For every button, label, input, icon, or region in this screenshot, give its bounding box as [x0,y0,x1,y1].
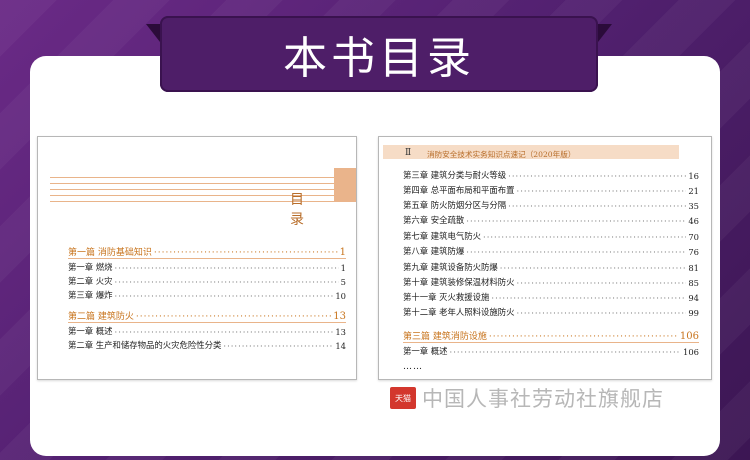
leader-dots: ········································… [153,248,338,258]
toc-entry-label: 第十二章 老年人照料设施防火 [403,307,515,317]
toc-entry-label: 第七章 建筑电气防火 [403,231,482,241]
toc-chapter-entry: 第二章 火灾 ··································… [68,275,346,287]
toc-entry-page: 21 [688,186,699,196]
toc-entry-label: 第三篇 建筑消防设施 [403,332,487,342]
tmall-icon: 天猫 [390,387,416,409]
toc-chapter-entry: 第八章 建筑防爆 ································… [403,245,699,257]
toc-chapter-entry: 第一章 概述 ··································… [403,345,699,357]
toc-chapter-entry: 第六章 安全疏散 ································… [403,214,699,226]
leader-dots: ········································… [114,327,334,337]
part-underline [68,322,346,323]
toc-entry-label: 第八章 建筑防爆 [403,246,465,256]
leader-dots: ········································… [516,186,687,196]
toc-entry-label: 第三章 建筑分类与耐火等级 [403,170,507,180]
toc-chapter-entry: 第二章 生产和储存物品的火灾危险性分类 ·····················… [68,339,346,351]
toc-entry-page: 106 [683,347,699,357]
toc-chapter-entry: 第三章 爆炸 ··································… [68,289,346,301]
toc-chapter-entry: 第十章 建筑装修保温材料防火 ··························… [403,276,699,288]
toc-entry-page: 35 [688,201,699,211]
toc-entry-label: 第一章 概述 [68,326,113,336]
toc-entry-page: 46 [688,216,699,226]
toc-entry-label: 第二章 火灾 [68,276,113,286]
toc-entry-page: 81 [688,263,699,273]
toc-entry-page: 94 [688,293,699,303]
toc-entry-page: 14 [335,341,346,351]
toc-page-left: 目 录 第一篇 消防基础知识 ··························… [37,136,357,380]
part-underline [403,342,699,343]
toc-entry-page: 10 [335,291,346,301]
toc-entry-page: 1 [340,263,346,273]
decor-rule [50,183,356,184]
toc-chapter-entry: 第七章 建筑电气防火 ······························… [403,230,699,242]
leader-dots: ········································… [449,347,681,357]
toc-part-entry: 第三篇 建筑消防设施 ······························… [403,329,699,342]
toc-chapter-entry: 第九章 建筑设备防火防爆 ····························… [403,261,699,273]
toc-entry-label: 第九章 建筑设备防火防爆 [403,262,498,272]
leader-dots: ········································… [466,247,687,257]
toc-chapter-entry: 第十二章 老年人照料设施防火 ··························… [403,306,699,318]
leader-dots: ········································… [483,232,687,242]
toc-entry-page: 106 [679,331,699,342]
toc-entry-page: 16 [688,171,699,181]
leader-dots: ········································… [499,263,687,273]
toc-entry-label: 第十一章 灭火救援设施 [403,292,490,302]
leader-dots: ········································… [114,277,339,287]
leader-dots: ········································… [508,201,686,211]
toc-entry-label: 第一章 燃烧 [68,262,113,272]
toc-entry-label: 第一章 概述 [403,346,448,356]
page-number-roman: Ⅱ [405,148,412,158]
shop-footer: 天猫 中国人事社劳动社旗舰店 [390,384,664,412]
toc-entry-page: 5 [340,277,346,287]
toc-heading: 目 录 [290,192,318,228]
toc-entry-label: 第三章 爆炸 [68,290,113,300]
leader-dots: ········································… [466,216,687,226]
toc-entry-page: 1 [339,247,346,258]
decor-rule [50,177,356,178]
toc-page-right: Ⅱ 消防安全技术实务知识点速记（2020年版） 第三章 建筑分类与耐火等级 ···… [378,136,712,380]
toc-chapter-entry: 第一章 燃烧 ··································… [68,261,346,273]
toc-entry-page: 85 [688,278,699,288]
toc-entry-page: 76 [688,247,699,257]
leader-dots: ········································… [491,293,686,303]
toc-chapter-entry: 第五章 防火防烟分区与分隔 ···························… [403,199,699,211]
leader-dots: ········································… [223,341,334,351]
toc-entry-page: 13 [333,311,346,322]
toc-chapter-entry: 第一章 概述 ··································… [68,325,346,337]
leader-dots: ········································… [508,171,686,181]
leader-dots: ········································… [488,332,678,342]
part-underline [68,258,346,259]
leader-dots: ········································… [516,278,687,288]
toc-ellipsis: …… [403,362,423,372]
toc-entry-label: 第五章 防火防烟分区与分隔 [403,200,507,210]
toc-chapter-entry: 第三章 建筑分类与耐火等级 ···························… [403,169,699,181]
shop-name: 中国人事社劳动社旗舰店 [422,387,664,411]
leader-dots: ········································… [516,308,687,318]
toc-chapter-entry: 第十一章 灭火救援设施 ·····························… [403,291,699,303]
toc-entry-page: 13 [335,327,346,337]
toc-entry-label: 第十章 建筑装修保温材料防火 [403,277,515,287]
page-title: 本书目录 [160,16,598,92]
toc-chapter-entry: 第四章 总平面布局和平面布置 ··························… [403,184,699,196]
toc-entry-label: 第二章 生产和储存物品的火灾危险性分类 [68,340,222,350]
toc-entry-label: 第一篇 消防基础知识 [68,248,152,258]
leader-dots: ········································… [114,291,334,301]
running-header: 消防安全技术实务知识点速记（2020年版） [427,150,576,159]
banner-fold-right [598,24,612,42]
toc-entry-label: 第六章 安全疏散 [403,215,465,225]
toc-entry-page: 70 [688,232,699,242]
toc-entry-page: 99 [688,308,699,318]
banner-fold-left [146,24,160,42]
leader-dots: ········································… [135,312,331,322]
toc-entry-label: 第四章 总平面布局和平面布置 [403,185,515,195]
toc-entry-label: 第二篇 建筑防火 [68,312,134,322]
leader-dots: ········································… [114,263,339,273]
toc-part-entry: 第二篇 建筑防火 ································… [68,309,346,322]
toc-part-entry: 第一篇 消防基础知识 ······························… [68,245,346,258]
